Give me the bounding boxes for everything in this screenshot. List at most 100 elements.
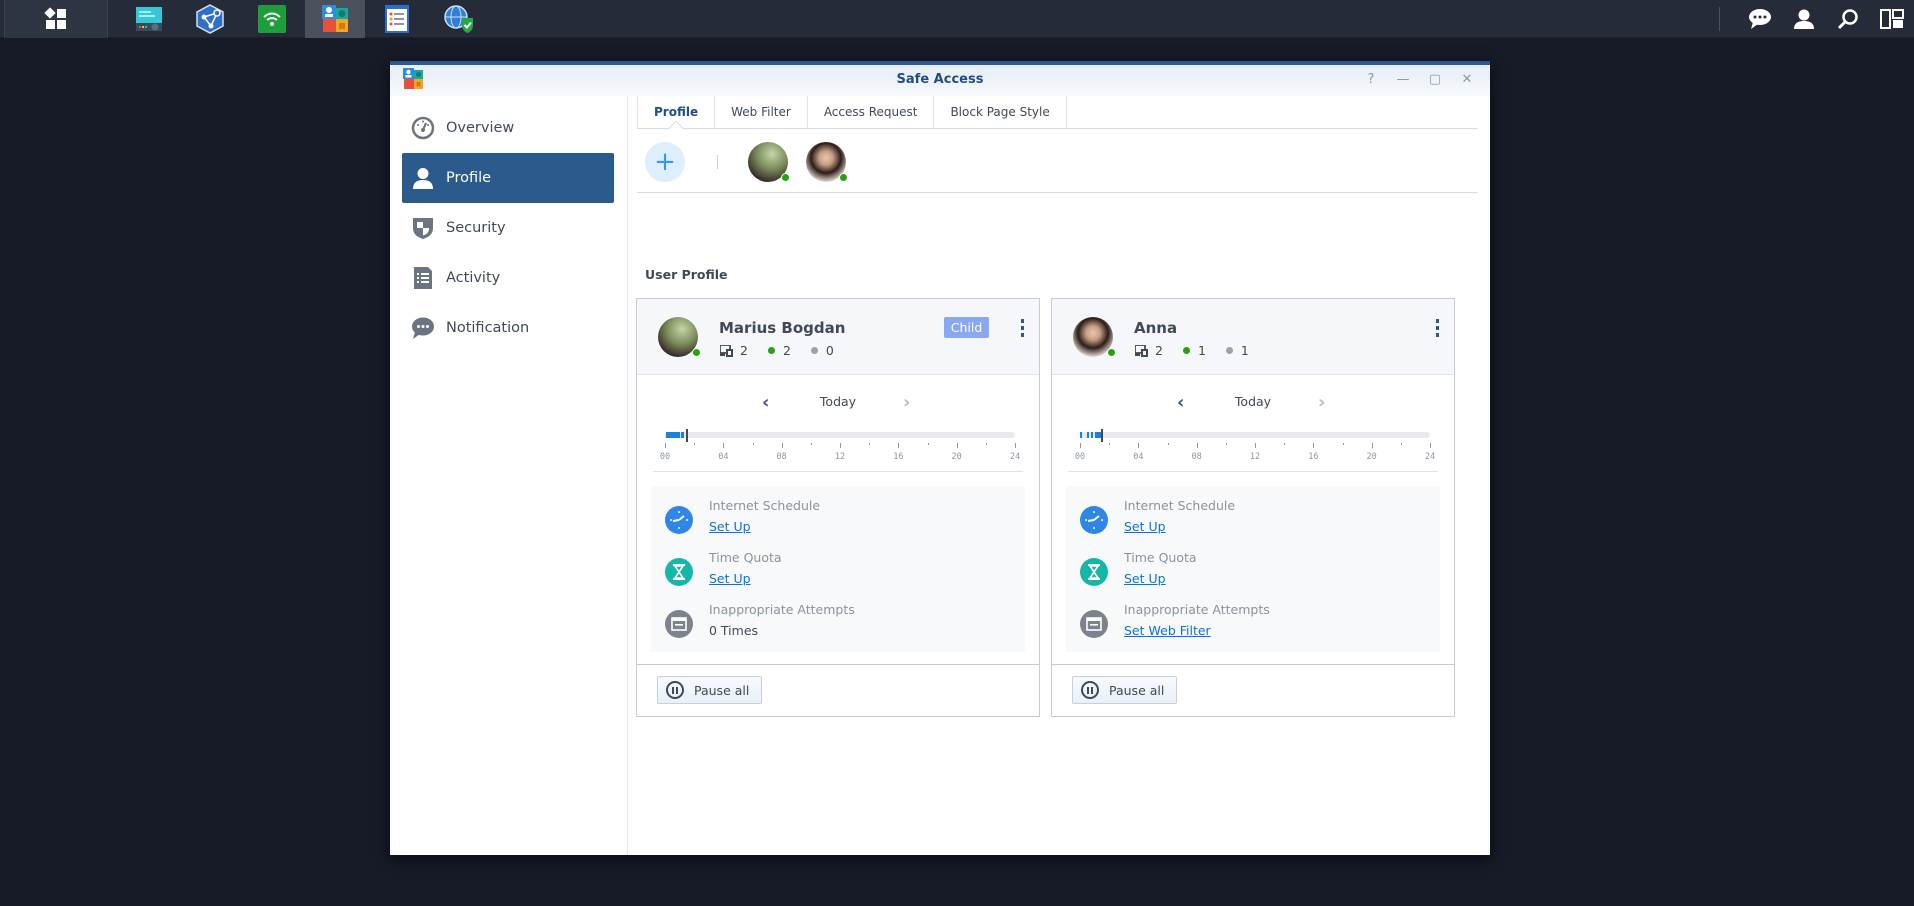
more-options-button[interactable] — [1432, 319, 1442, 337]
timeline-track — [1080, 432, 1430, 438]
timeline-tick — [1109, 443, 1111, 445]
taskbar-mesh-network[interactable] — [180, 0, 240, 38]
profile-card: Marius Bogdan 2 2 0 Child ‹ Today › 00 0… — [636, 298, 1040, 717]
offline-dot-icon — [1225, 347, 1233, 354]
avatar-anna[interactable] — [806, 142, 848, 182]
timeline-track — [665, 432, 1015, 438]
hourglass-icon — [665, 558, 693, 586]
timeline-tick — [869, 443, 871, 445]
offline-dot-icon — [810, 347, 818, 354]
clock-icon — [1080, 506, 1108, 534]
sidebar-item-profile[interactable]: Profile — [402, 153, 614, 203]
online-device-count: 2 — [767, 343, 791, 358]
device-stats: 2 1 1 — [1135, 343, 1269, 358]
search-button[interactable] — [1826, 0, 1870, 38]
pause-all-button[interactable]: Pause all — [1072, 676, 1178, 704]
usage-segment — [681, 432, 684, 438]
feature-list: Internet Schedule Set Up Time Quota Set … — [1066, 486, 1440, 652]
timeline-tick — [985, 443, 987, 445]
devices-icon — [1135, 344, 1148, 357]
feature-inappropriate-attempts: Inappropriate Attempts 0 Times — [665, 602, 1015, 646]
close-button[interactable]: ✕ — [1456, 69, 1478, 89]
set-web-filter-link[interactable]: Set Web Filter — [1124, 623, 1211, 638]
storage-manager-icon — [136, 7, 162, 31]
feature-time-quota: Time Quota Set Up — [665, 550, 1015, 594]
sidebar-item-activity[interactable]: Activity — [402, 253, 614, 303]
profile-card-footer: Pause all — [637, 664, 1039, 717]
sidebar-item-label: Overview — [446, 120, 515, 136]
add-profile-button[interactable]: + — [645, 142, 685, 182]
timeline-tick — [1196, 443, 1198, 448]
profile-avatar[interactable] — [658, 317, 701, 357]
timeline-hour-label: 24 — [1424, 452, 1436, 462]
next-day-button[interactable]: › — [903, 392, 910, 413]
avatar-marius-bogdan[interactable] — [748, 142, 790, 182]
feature-time-quota: Time Quota Set Up — [1080, 550, 1430, 594]
taskbar-wifi[interactable] — [242, 0, 302, 38]
internet-schedule-setup-link[interactable]: Set Up — [1124, 519, 1166, 534]
taskbar-tray — [1719, 0, 1914, 38]
user-button[interactable] — [1782, 0, 1826, 38]
usage-segment — [665, 432, 680, 438]
device-stats: 2 2 0 — [720, 343, 854, 358]
profile-avatar-row: + — [637, 129, 1478, 193]
device-count: 2 — [1135, 343, 1163, 358]
title-bar[interactable]: Safe Access ? — ▢ ✕ — [390, 65, 1490, 96]
usage-timeline: 00 04 08 12 16 20 24 — [660, 429, 1020, 469]
main-menu-button[interactable] — [4, 0, 108, 38]
profile-avatar[interactable] — [1073, 317, 1116, 357]
tab-block-page-style[interactable]: Block Page Style — [933, 96, 1067, 128]
time-quota-setup-link[interactable]: Set Up — [709, 571, 751, 586]
offline-device-count: 0 — [810, 343, 834, 358]
device-count-value: 2 — [1155, 343, 1163, 358]
timeline-hour-label: 16 — [1308, 452, 1319, 462]
taskbar-log-center[interactable] — [367, 0, 427, 38]
tab-profile[interactable]: Profile — [637, 96, 714, 128]
taskbar-safe-access[interactable] — [305, 0, 365, 38]
wifi-icon — [258, 5, 286, 33]
pause-icon — [666, 681, 684, 699]
maximize-button[interactable]: ▢ — [1424, 69, 1446, 89]
feature-title: Time Quota — [709, 550, 782, 565]
browser-window-icon — [1080, 610, 1108, 638]
sidebar-item-label: Profile — [446, 170, 492, 186]
user-icon — [1794, 9, 1814, 29]
timeline-tick — [898, 443, 900, 448]
next-day-button[interactable]: › — [1318, 392, 1325, 413]
sidebar-item-overview[interactable]: Overview — [402, 103, 614, 153]
online-dot-icon — [767, 347, 775, 354]
tab-web-filter[interactable]: Web Filter — [714, 96, 807, 128]
online-device-count: 1 — [1182, 343, 1206, 358]
sidebar-item-security[interactable]: Security — [402, 203, 614, 253]
taskbar-security-globe[interactable] — [429, 0, 489, 38]
timeline-hour-label: 04 — [1133, 452, 1144, 462]
minimize-button[interactable]: — — [1392, 69, 1414, 89]
feature-internet-schedule: Internet Schedule Set Up — [1080, 498, 1430, 542]
more-options-button[interactable] — [1017, 319, 1027, 337]
sidebar-item-notification[interactable]: Notification — [402, 303, 614, 353]
timeline-tick — [810, 443, 812, 445]
pause-all-button[interactable]: Pause all — [657, 676, 763, 704]
card-divider — [1068, 471, 1438, 472]
widgets-icon — [1880, 9, 1904, 29]
usage-segment — [1080, 432, 1083, 438]
day-label: Today — [819, 394, 857, 409]
timeline-tick — [1313, 443, 1315, 448]
offline-device-count-value: 0 — [825, 343, 834, 358]
internet-schedule-setup-link[interactable]: Set Up — [709, 519, 751, 534]
chat-button[interactable] — [1738, 0, 1782, 38]
online-status-dot — [839, 173, 848, 182]
timeline-hour-label: 00 — [1074, 452, 1086, 462]
profile-name: Marius Bogdan — [719, 319, 846, 337]
taskbar-storage-manager[interactable] — [119, 0, 179, 38]
timeline-tick — [840, 443, 841, 448]
timeline-hour-label: 12 — [1249, 452, 1261, 462]
online-status-dot — [692, 348, 701, 357]
offline-device-count-value: 1 — [1240, 343, 1249, 358]
tab-access-request[interactable]: Access Request — [806, 96, 934, 128]
time-quota-setup-link[interactable]: Set Up — [1124, 571, 1166, 586]
timeline-tick — [1371, 443, 1373, 448]
widgets-button[interactable] — [1870, 0, 1914, 38]
help-button[interactable]: ? — [1360, 69, 1382, 89]
pause-all-label: Pause all — [1109, 682, 1165, 698]
